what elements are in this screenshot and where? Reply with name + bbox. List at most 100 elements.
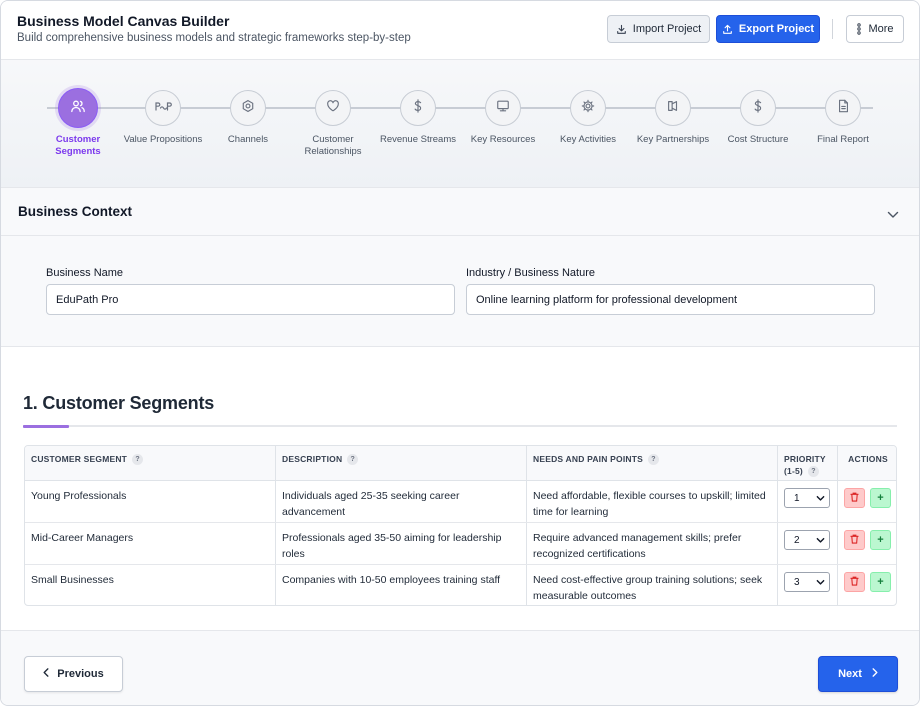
needs-cell[interactable]: Require advanced management skills; pref… — [533, 530, 771, 562]
business-name-input[interactable]: EduPath Pro — [46, 284, 455, 315]
step-label: Value Propositions — [123, 134, 203, 145]
export-project-label: Export Project — [738, 23, 815, 35]
step-label: Final Report — [817, 134, 869, 145]
step-label: Channels — [227, 134, 269, 145]
help-icon[interactable]: ? — [132, 454, 144, 466]
trash-icon — [850, 489, 859, 507]
step-circle — [655, 90, 691, 126]
add-row-button[interactable]: + — [870, 530, 891, 550]
progress-stepper: Customer Segments Value Propositions Cha… — [1, 60, 919, 188]
monitor-icon — [496, 99, 510, 118]
segment-cell[interactable]: Mid-Career Managers — [31, 530, 269, 546]
step-circle — [485, 90, 521, 126]
step-circle — [315, 90, 351, 126]
needs-cell[interactable]: Need cost-effective group training solut… — [533, 572, 771, 604]
delete-row-button[interactable] — [844, 572, 865, 592]
industry-label: Industry / Business Nature — [466, 267, 596, 279]
step-value-propositions[interactable]: Value Propositions — [118, 90, 208, 146]
step-key-resources[interactable]: Key Resources — [458, 90, 548, 146]
app-subtitle: Build comprehensive business models and … — [17, 32, 411, 44]
dollar-icon — [752, 98, 764, 118]
step-circle — [825, 90, 861, 126]
step-key-activities[interactable]: Key Activities — [543, 90, 633, 146]
step-label: Key Partnerships — [636, 134, 710, 145]
step-cost-structure[interactable]: Cost Structure — [713, 90, 803, 146]
add-row-button[interactable]: + — [870, 488, 891, 508]
import-project-button[interactable]: Import Project — [607, 15, 710, 43]
chevron-down-icon — [816, 579, 825, 585]
help-icon[interactable]: ? — [648, 454, 659, 466]
step-label: Customer Segments — [55, 134, 101, 157]
step-label: Customer Relationships — [304, 134, 362, 157]
add-row-button[interactable]: + — [870, 572, 891, 592]
description-cell[interactable]: Professionals aged 35-50 aiming for lead… — [282, 530, 520, 562]
export-project-button[interactable]: Export Project — [716, 15, 820, 43]
chevron-down-icon — [816, 537, 825, 543]
description-cell[interactable]: Companies with 10-50 employees training … — [282, 572, 520, 588]
trash-icon — [850, 573, 859, 591]
step-customer-relationships[interactable]: Customer Relationships — [288, 90, 378, 158]
table-row: Young Professionals Individuals aged 25-… — [25, 481, 896, 523]
business-context-header[interactable]: Business Context — [1, 188, 919, 236]
customer-segments-table: CUSTOMER SEGMENT? DESCRIPTION? NEEDS AND… — [24, 445, 897, 606]
needs-cell[interactable]: Need affordable, flexible courses to ups… — [533, 488, 771, 520]
business-name-label: Business Name — [46, 267, 124, 279]
import-project-label: Import Project — [632, 23, 702, 35]
section-divider-accent — [23, 425, 69, 428]
industry-input[interactable]: Online learning platform for professiona… — [466, 284, 875, 315]
next-label: Next — [838, 668, 862, 680]
business-context-title: Business Context — [18, 204, 133, 219]
step-label: Key Resources — [470, 134, 536, 145]
help-icon[interactable]: ? — [807, 466, 819, 478]
app-header: Business Model Canvas Builder Build comp… — [1, 1, 919, 60]
chevron-down-icon — [816, 495, 825, 501]
step-circle — [740, 90, 776, 126]
footer-nav: Previous Next — [1, 630, 919, 705]
upload-icon — [722, 24, 733, 35]
dollar-icon — [412, 98, 424, 118]
more-label: More — [868, 23, 894, 35]
section-divider — [23, 425, 897, 427]
step-customer-segments[interactable]: Customer Segments — [33, 88, 123, 158]
priority-select[interactable]: 2 — [784, 530, 830, 550]
step-revenue-streams[interactable]: Revenue Streams — [373, 90, 463, 146]
priority-select[interactable]: 1 — [784, 488, 830, 508]
table-row: Mid-Career Managers Professionals aged 3… — [25, 523, 896, 565]
priority-select[interactable]: 3 — [784, 572, 830, 592]
chevron-down-icon[interactable] — [887, 206, 899, 224]
previous-label: Previous — [57, 668, 104, 680]
business-context-panel: Business Context Business Name EduPath P… — [1, 188, 919, 347]
column-header-segment: CUSTOMER SEGMENT? — [25, 446, 276, 481]
column-header-needs: NEEDS AND PAIN POINTS? — [527, 446, 778, 481]
step-label: Revenue Streams — [379, 134, 457, 145]
chevron-right-icon — [872, 668, 878, 680]
help-icon[interactable]: ? — [347, 454, 359, 466]
step-label: Key Activities — [560, 134, 616, 145]
app-window: Business Model Canvas Builder Build comp… — [0, 0, 920, 706]
column-header-actions: ACTIONS — [848, 454, 888, 464]
table-header: CUSTOMER SEGMENT? DESCRIPTION? NEEDS AND… — [25, 446, 896, 481]
step-circle — [570, 90, 606, 126]
trash-icon — [850, 531, 859, 549]
next-button[interactable]: Next — [818, 656, 898, 692]
document-icon — [837, 99, 850, 118]
delete-row-button[interactable] — [844, 488, 865, 508]
partnership-icon — [666, 99, 680, 118]
step-channels[interactable]: Channels — [203, 90, 293, 146]
segment-cell[interactable]: Small Businesses — [31, 572, 269, 588]
table-row: Small Businesses Companies with 10-50 em… — [25, 565, 896, 605]
step-circle — [145, 90, 181, 126]
download-icon — [616, 24, 627, 35]
segment-cell[interactable]: Young Professionals — [31, 488, 269, 504]
step-final-report[interactable]: Final Report — [798, 90, 888, 146]
step-circle — [230, 90, 266, 126]
delete-row-button[interactable] — [844, 530, 865, 550]
more-button[interactable]: More — [846, 15, 904, 43]
step-circle — [400, 90, 436, 126]
step-key-partnerships[interactable]: Key Partnerships — [628, 90, 718, 146]
app-title: Business Model Canvas Builder — [17, 13, 230, 29]
section-title: 1. Customer Segments — [23, 393, 215, 413]
previous-button[interactable]: Previous — [24, 656, 123, 692]
channels-icon — [241, 99, 255, 118]
description-cell[interactable]: Individuals aged 25-35 seeking career ad… — [282, 488, 520, 520]
